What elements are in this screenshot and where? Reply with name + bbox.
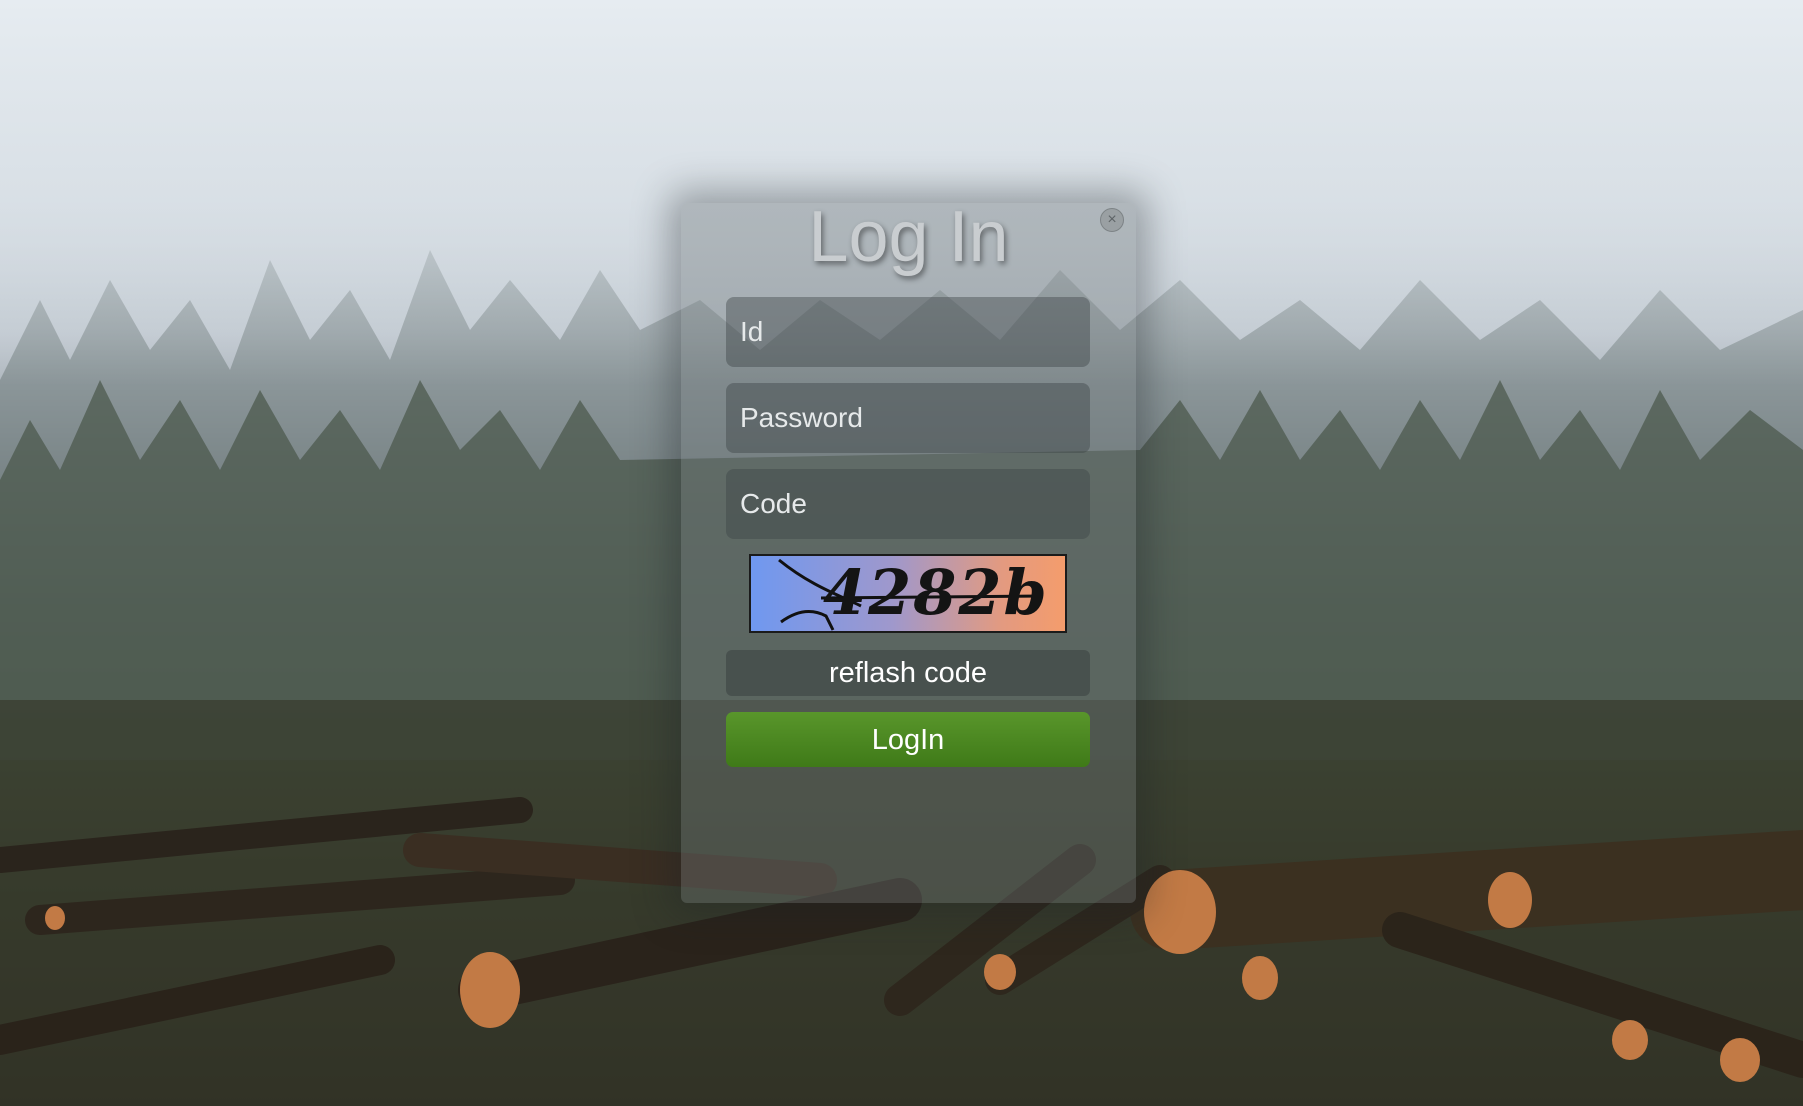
id-input[interactable] [726,297,1090,367]
login-button[interactable]: LogIn [726,712,1090,767]
password-input[interactable] [726,383,1090,453]
captcha-image[interactable]: 4282b [749,554,1067,633]
dialog-title: Log In [808,197,1009,277]
close-icon[interactable]: × [1100,208,1124,232]
captcha-text: 4282b [823,556,1049,629]
code-input[interactable] [726,469,1090,539]
reflash-code-button[interactable]: reflash code [726,650,1090,696]
